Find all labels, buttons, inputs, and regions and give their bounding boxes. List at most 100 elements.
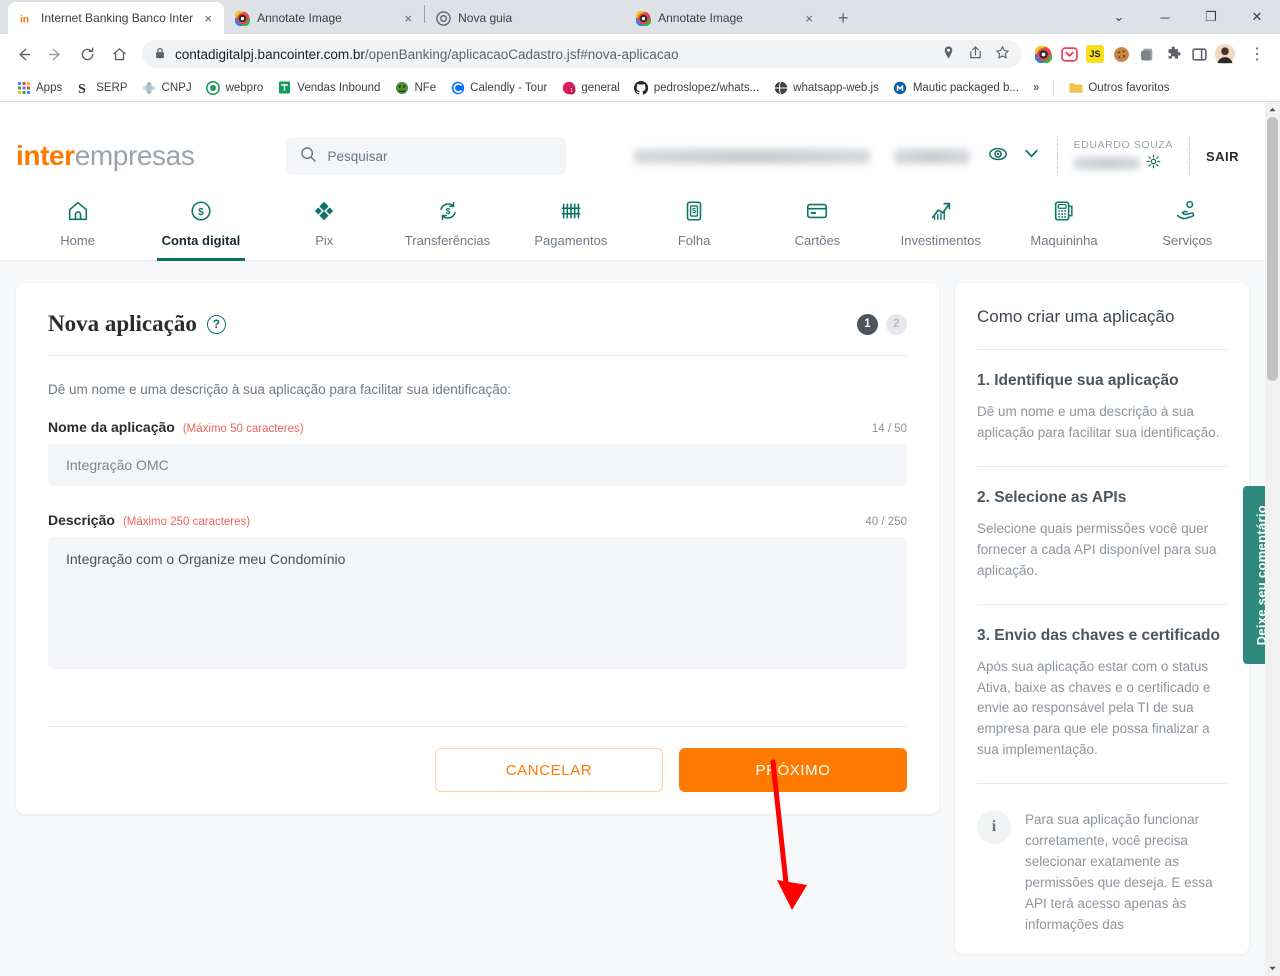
help-divider-3: [977, 603, 1227, 605]
help-section-3-heading: 3. Envio das chaves e certificado: [977, 626, 1220, 644]
page-viewport: interempresas Pesquisar EDUARDO SOUZA SA…: [0, 102, 1280, 976]
bookmark-webpro[interactable]: webpro: [200, 77, 270, 98]
location-pin-icon[interactable]: [941, 45, 956, 63]
browser-menu-icon[interactable]: ⋮: [1242, 39, 1272, 69]
bookmark-mautic[interactable]: Mautic packaged b...: [887, 77, 1025, 98]
reload-icon[interactable]: [72, 39, 102, 69]
search-input[interactable]: Pesquisar: [286, 137, 567, 175]
logo-inter: inter: [16, 140, 75, 171]
browser-tab-4-close-icon[interactable]: ×: [801, 10, 817, 26]
address-bar[interactable]: contadigitalpj.bancointer.com.br/openBan…: [142, 40, 1022, 68]
browser-tab-3-close-icon[interactable]: [601, 10, 617, 26]
cancel-button[interactable]: CANCELAR: [435, 748, 663, 792]
maximize-icon[interactable]: ❐: [1188, 1, 1234, 33]
tabs-ext-icon[interactable]: [1138, 45, 1156, 63]
avatar[interactable]: [1210, 39, 1240, 69]
bookmark-nfe[interactable]: NFe: [388, 77, 442, 98]
application-name-input[interactable]: Integração OMC: [48, 444, 907, 486]
bookmark-other-favorites[interactable]: Outros favoritos: [1062, 77, 1175, 98]
bookmarks-bar: Apps S SERP CNPJ webpro Vendas Inbound N…: [0, 74, 1280, 102]
browser-tab-3[interactable]: Nova guia: [425, 2, 625, 34]
pocket-ext-icon[interactable]: [1060, 45, 1078, 63]
eye-icon[interactable]: [988, 144, 1008, 169]
bookmark-apps[interactable]: Apps: [10, 77, 68, 98]
gear-icon[interactable]: [1146, 154, 1161, 174]
inter-empresas-logo[interactable]: interempresas: [16, 140, 195, 172]
github-icon: [634, 80, 649, 95]
help-section-1-body: Dê um nome e uma descrição à sua aplicaç…: [977, 404, 1220, 440]
help-section-2-heading: 2. Selecione as APIs: [977, 488, 1127, 506]
nav-item-home-label: Home: [60, 233, 95, 248]
step-2-badge[interactable]: 2: [886, 313, 907, 335]
help-icon[interactable]: ?: [206, 314, 226, 334]
new-tab-button[interactable]: +: [829, 4, 857, 32]
annotate-ext-icon[interactable]: [1034, 45, 1052, 63]
nav-item-investimentos[interactable]: Investimentos: [879, 198, 1002, 260]
annotate-icon: [234, 10, 250, 26]
browser-tab-1-close-icon[interactable]: ×: [200, 10, 216, 26]
help-note-body: Para sua aplicação funcionar corretament…: [1025, 812, 1213, 932]
scrollbar-thumb[interactable]: [1267, 117, 1278, 381]
minimize-icon[interactable]: ─: [1142, 1, 1188, 33]
nav-item-cartoes[interactable]: Cartões: [756, 198, 879, 260]
star-icon[interactable]: [995, 45, 1010, 63]
folder-icon: [1068, 80, 1083, 95]
page-scrollbar[interactable]: [1265, 102, 1280, 976]
close-window-icon[interactable]: ✕: [1234, 1, 1280, 33]
back-icon[interactable]: [8, 39, 38, 69]
bookmark-whatsapp-webjs[interactable]: whatsapp-web.js: [767, 77, 885, 98]
bookmark-nfe-label: NFe: [414, 81, 437, 94]
account-area: EDUARDO SOUZA SAIR: [633, 138, 1249, 174]
bookmark-serp-label: SERP: [96, 81, 128, 94]
bookmark-general[interactable]: 1 general: [555, 77, 625, 98]
bookmark-serp[interactable]: S SERP: [70, 77, 133, 98]
bookmark-vendas-inbound[interactable]: Vendas Inbound: [271, 77, 386, 98]
help-section-2: 2. Selecione as APIs Selecione quais per…: [977, 489, 1227, 582]
share-icon[interactable]: [968, 45, 983, 63]
browser-tab-4[interactable]: Annotate Image ×: [625, 2, 825, 34]
browser-tab-2-close-icon[interactable]: ×: [400, 10, 416, 26]
scroll-up-arrow-icon[interactable]: [1265, 102, 1280, 117]
nav-item-pix[interactable]: Pix: [263, 198, 386, 260]
tab-list-icon[interactable]: ⌄: [1096, 1, 1142, 33]
bookmark-cnpj-label: CNPJ: [161, 81, 192, 94]
nav-item-maquininha[interactable]: Maquininha: [1002, 198, 1125, 260]
bookmark-cnpj[interactable]: CNPJ: [136, 77, 198, 98]
browser-tab-1[interactable]: in Internet Banking Banco Inter ×: [8, 2, 225, 34]
puzzle-ext-icon[interactable]: [1164, 45, 1182, 63]
nav-item-pagamentos[interactable]: Pagamentos: [509, 198, 632, 260]
globe-icon: [773, 80, 788, 95]
scroll-down-arrow-icon[interactable]: [1265, 961, 1280, 976]
browser-tab-2[interactable]: Annotate Image ×: [224, 2, 424, 34]
nav-item-conta-digital[interactable]: $ Conta digital: [139, 198, 262, 261]
next-button[interactable]: PRÓXIMO: [679, 748, 907, 792]
step-1-badge[interactable]: 1: [857, 313, 878, 335]
extension-icons: JS: [1030, 45, 1208, 63]
chevron-down-icon[interactable]: [1022, 144, 1041, 168]
cookie-ext-icon[interactable]: [1112, 45, 1130, 63]
home-icon[interactable]: [104, 39, 134, 69]
forward-icon[interactable]: [40, 39, 70, 69]
nav-item-transferencias[interactable]: $ Transferências: [386, 198, 509, 260]
description-field-group: Descrição (Máximo 250 caracteres) 40 / 2…: [48, 512, 907, 669]
bookmark-calendly[interactable]: Calendly - Tour: [444, 77, 553, 98]
user-block[interactable]: EDUARDO SOUZA: [1073, 139, 1173, 174]
js-ext-icon[interactable]: JS: [1086, 45, 1104, 63]
application-description-input[interactable]: Integração com o Organize meu Condomínio: [48, 537, 907, 669]
dollar-circle-icon: $: [189, 198, 213, 224]
site-header: interempresas Pesquisar EDUARDO SOUZA SA…: [0, 102, 1265, 261]
bookmarks-divider: [1053, 79, 1055, 96]
browser-tab-3-title: Nova guia: [458, 11, 513, 25]
help-note: i Para sua aplicação funcionar corretame…: [977, 806, 1227, 936]
sidepanel-ext-icon[interactable]: [1190, 45, 1208, 63]
bookmark-github[interactable]: pedroslopez/whats...: [628, 77, 765, 98]
bookmarks-overflow-button[interactable]: »: [1027, 79, 1045, 97]
nav-item-home[interactable]: Home: [16, 198, 139, 260]
logout-button[interactable]: SAIR: [1206, 149, 1239, 164]
nav-item-servicos[interactable]: Serviços: [1126, 198, 1249, 260]
webpro-icon: [206, 80, 221, 95]
annotate-icon: [635, 10, 651, 26]
bookmark-whatsapp-label: whatsapp-web.js: [793, 81, 879, 94]
description-field-counter: 40 / 250: [865, 516, 907, 528]
nav-item-folha[interactable]: $ Folha: [632, 198, 755, 260]
